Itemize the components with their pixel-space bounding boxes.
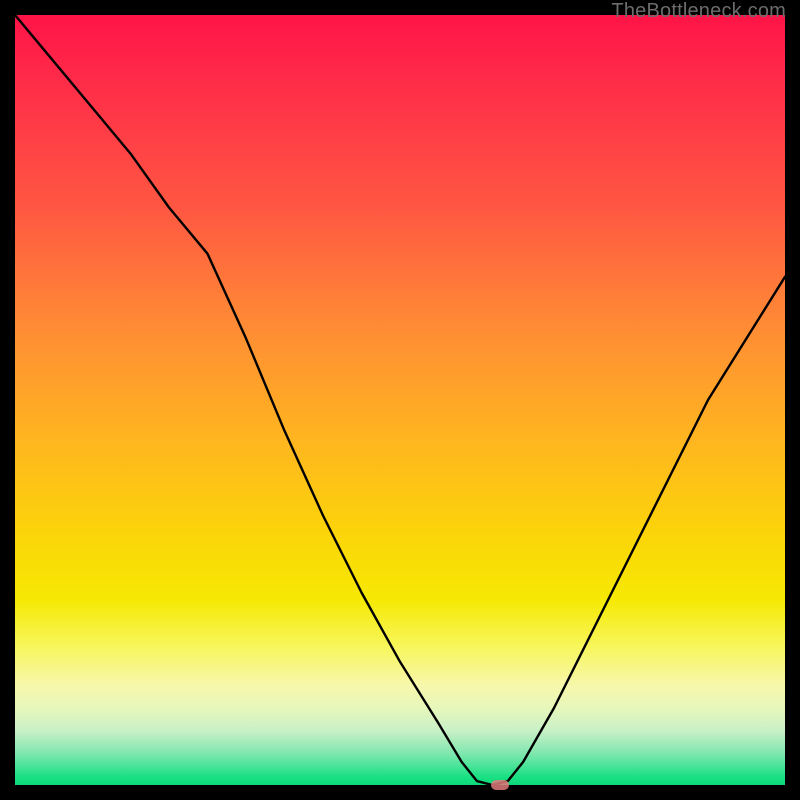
watermark-text: TheBottleneck.com — [611, 0, 786, 23]
bottleneck-curve — [15, 15, 785, 785]
optimal-point-marker — [491, 780, 509, 790]
curve-svg — [15, 15, 785, 785]
chart-frame: TheBottleneck.com — [0, 0, 800, 800]
plot-area — [15, 15, 785, 785]
